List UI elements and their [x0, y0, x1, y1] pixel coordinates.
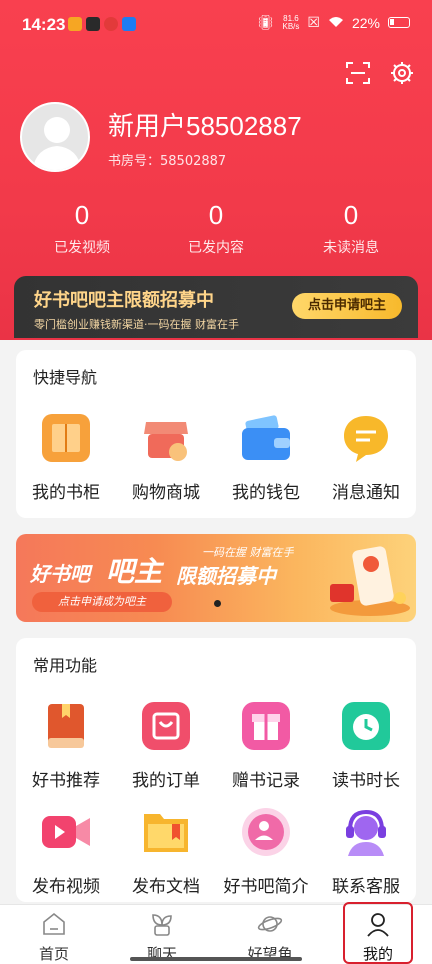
tab-home[interactable]: 首页: [0, 905, 108, 964]
promo-title: 好书吧吧主限额招募中: [34, 290, 214, 311]
profile-badge-icon: [242, 808, 290, 856]
func-item-intro[interactable]: 好书吧简介: [216, 806, 316, 897]
func-item-reading-time[interactable]: 读书时长: [316, 700, 416, 791]
status-bar: 14:23 📳︎ 81.6 KB/s ☒ 22%: [0, 0, 432, 50]
alarm-clock-icon: [342, 702, 390, 750]
promo-subtitle: 零门槛创业赚钱新渠道·一码在握 财富在手: [34, 318, 239, 331]
video-camera-icon: [42, 816, 90, 848]
order-bag-icon: [142, 702, 190, 750]
stat-value: 0: [74, 200, 90, 230]
carousel-dots[interactable]: [214, 600, 221, 607]
host-recruit-banner[interactable]: 好书吧 吧主 一码在握 财富在手 限额招募中 点击申请成为吧主: [16, 534, 416, 622]
banner-slogan: 一码在握 财富在手: [202, 546, 294, 559]
nav-item-label: 消息通知: [332, 483, 400, 503]
tab-discover[interactable]: 好望角: [216, 905, 324, 964]
common-functions-card: 常用功能 好书推荐 我的订单 赠书记录 读书时长 发布视频 发布文档 好书吧简介…: [16, 638, 416, 902]
folder-icon: [144, 814, 188, 852]
planet-icon: [257, 916, 283, 932]
app-notification-icon: [86, 17, 100, 31]
net-speed: 81.6 KB/s: [282, 14, 300, 31]
shop-icon: [144, 422, 188, 461]
status-right: 📳︎ 81.6 KB/s ☒ 22%: [257, 14, 410, 31]
home-icon: [43, 912, 65, 935]
nav-item-label: 我的钱包: [232, 483, 300, 503]
host-promo-strip[interactable]: 好书吧吧主限额招募中 零门槛创业赚钱新渠道·一码在握 财富在手 点击申请吧主: [14, 276, 418, 338]
battery-icon: [388, 17, 410, 28]
bookshelf-icon: [42, 414, 90, 462]
banner-brand: 好书吧: [30, 562, 90, 586]
func-item-label: 好书吧简介: [223, 877, 309, 897]
banner-headline: 限额招募中: [176, 564, 276, 588]
tab-chat[interactable]: 聊天: [108, 905, 216, 964]
nav-item-label: 我的书柜: [32, 483, 100, 503]
stat-label: 未读消息: [323, 240, 379, 256]
func-item-publish-doc[interactable]: 发布文档: [116, 806, 216, 897]
func-item-label: 发布视频: [32, 877, 100, 897]
gift-icon: [242, 702, 290, 750]
stat-value: 0: [208, 200, 224, 230]
common-title: 常用功能: [33, 656, 98, 675]
gesture-home-bar[interactable]: [130, 957, 302, 961]
func-item-label: 读书时长: [332, 771, 400, 791]
vibrate-icon: 📳︎: [256, 14, 275, 30]
func-item-gift-records[interactable]: 赠书记录: [216, 700, 316, 791]
app-notification-icon: [122, 17, 136, 31]
room-id: 书房号：58502887: [108, 154, 227, 169]
func-item-orders[interactable]: 我的订单: [116, 700, 216, 791]
stat-content[interactable]: 0 已发内容: [144, 200, 288, 257]
stat-label: 已发视频: [54, 240, 110, 256]
nav-item-messages[interactable]: 消息通知: [316, 412, 416, 503]
headset-icon: [346, 809, 386, 856]
func-item-label: 联系客服: [332, 877, 400, 897]
phone-coin-illustration-icon: [330, 546, 410, 616]
app-notification-icon: [104, 17, 118, 31]
func-item-publish-video[interactable]: 发布视频: [16, 806, 116, 897]
nav-item-wallet[interactable]: 我的钱包: [216, 412, 316, 503]
nav-item-label: 购物商城: [132, 483, 200, 503]
tab-label: 首页: [38, 945, 69, 963]
quick-nav-title: 快捷导航: [33, 368, 98, 387]
status-time: 14:23: [22, 15, 66, 34]
func-item-label: 我的订单: [132, 771, 200, 791]
apply-host-button[interactable]: 点击申请吧主: [292, 293, 402, 319]
scan-icon[interactable]: [345, 60, 371, 86]
func-item-recommend[interactable]: 好书推荐: [16, 700, 116, 791]
nav-item-shop[interactable]: 购物商城: [116, 412, 216, 503]
stat-value: 0: [343, 200, 359, 230]
stat-label: 已发内容: [188, 240, 244, 256]
wallet-icon: [242, 415, 290, 460]
quick-nav-card: 快捷导航 我的书柜 购物商城 我的钱包 消息通知: [16, 350, 416, 518]
func-item-label: 好书推荐: [32, 771, 100, 791]
stat-unread[interactable]: 0 未读消息: [279, 200, 423, 257]
selected-tab-highlight: [343, 902, 413, 964]
func-item-label: 发布文档: [132, 877, 200, 897]
sprout-icon: [152, 914, 172, 936]
message-icon: [344, 416, 388, 462]
nav-item-bookshelf[interactable]: 我的书柜: [16, 412, 116, 503]
net-speed-unit: KB/s: [282, 21, 300, 31]
func-item-label: 赠书记录: [232, 771, 300, 791]
carousel-dot[interactable]: [214, 600, 221, 607]
book-icon: [48, 704, 84, 748]
sim-icon: ☒: [307, 14, 320, 30]
avatar[interactable]: [20, 102, 90, 172]
banner-cta[interactable]: 点击申请成为吧主: [32, 592, 172, 612]
username[interactable]: 新用户58502887: [108, 106, 302, 143]
battery-level: 22%: [351, 14, 380, 31]
func-item-support[interactable]: 联系客服: [316, 806, 416, 897]
banner-host: 吧主: [106, 555, 163, 588]
gear-icon[interactable]: [389, 60, 415, 86]
stat-videos[interactable]: 0 已发视频: [10, 200, 154, 257]
app-notification-icon: [68, 17, 82, 31]
wifi-icon: [328, 15, 344, 31]
